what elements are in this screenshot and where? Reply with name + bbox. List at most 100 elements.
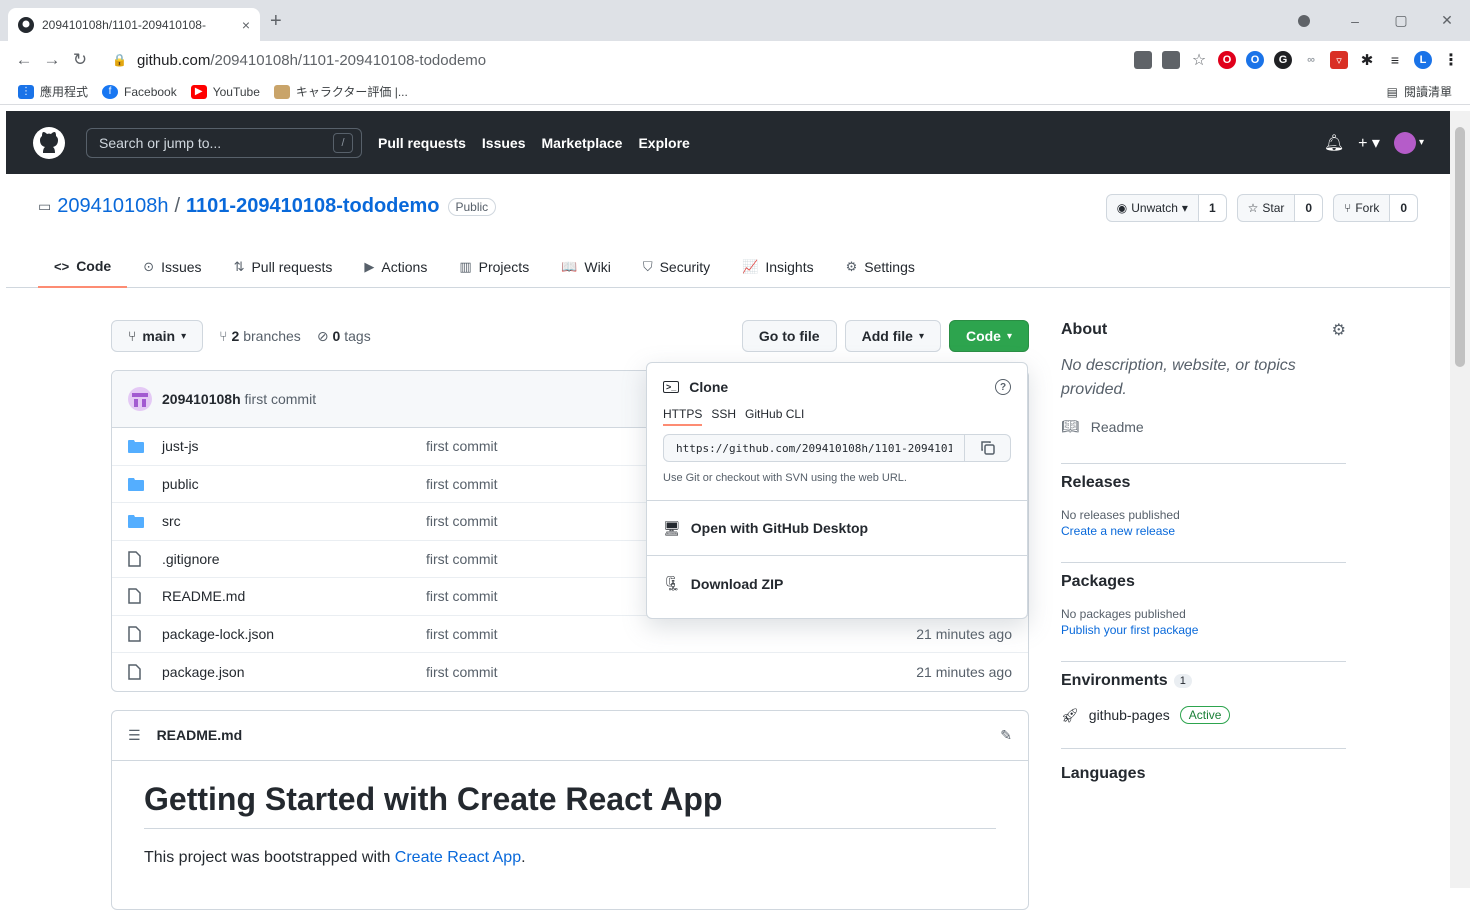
repo-name-link[interactable]: 1101-209410108-tododemo bbox=[186, 195, 439, 218]
user-menu[interactable]: ▾ bbox=[1393, 131, 1424, 154]
file-name[interactable]: just-js bbox=[162, 438, 426, 454]
file-commit-message[interactable]: first commit bbox=[426, 664, 916, 680]
copy-icon[interactable] bbox=[965, 434, 1011, 462]
create-react-app-link[interactable]: Create React App bbox=[395, 849, 521, 866]
file-icon bbox=[128, 588, 146, 604]
browser-tab[interactable]: 209410108h/1101-209410108- × bbox=[8, 8, 260, 41]
new-tab-button[interactable]: + bbox=[270, 10, 282, 33]
qr-icon[interactable] bbox=[1134, 51, 1152, 69]
tab-ssh[interactable]: SSH bbox=[711, 407, 736, 426]
tab-insights[interactable]: 📈 Insights bbox=[726, 246, 829, 288]
star-count[interactable]: 0 bbox=[1295, 195, 1323, 221]
branches-link[interactable]: ⑂ 2 branches bbox=[219, 328, 301, 344]
lock-icon[interactable]: 🔒 bbox=[112, 53, 127, 67]
file-commit-message[interactable]: first commit bbox=[426, 626, 916, 642]
add-file-button[interactable]: Add file ▾ bbox=[844, 320, 941, 352]
bookmark-youtube[interactable]: ▶ YouTube bbox=[190, 84, 260, 99]
commit-author[interactable]: 209410108h bbox=[162, 391, 241, 407]
edit-pencil-icon[interactable]: ✎ bbox=[1000, 727, 1012, 744]
maximize-button[interactable]: ▢ bbox=[1378, 12, 1424, 29]
tab-code[interactable]: <> Code bbox=[38, 246, 128, 288]
environments-heading[interactable]: Environments 1 bbox=[1061, 672, 1346, 690]
tab-github-cli[interactable]: GitHub CLI bbox=[745, 407, 804, 426]
close-window-button[interactable]: ✕ bbox=[1424, 12, 1470, 29]
bookmark-star-icon[interactable]: ☆ bbox=[1190, 51, 1208, 69]
back-icon[interactable]: ← bbox=[10, 50, 38, 70]
nav-marketplace[interactable]: Marketplace bbox=[542, 135, 623, 151]
media-queue-icon[interactable]: ≡ bbox=[1386, 51, 1404, 69]
translate-icon[interactable] bbox=[1162, 51, 1180, 69]
search-input[interactable]: Search or jump to... / bbox=[86, 127, 362, 158]
github-logo-icon[interactable] bbox=[32, 126, 66, 160]
tab-pull-requests[interactable]: ⇅ Pull requests bbox=[218, 246, 349, 288]
fork-count[interactable]: 0 bbox=[1390, 195, 1417, 221]
open-desktop-item[interactable]: 🖥︎ Open with GitHub Desktop bbox=[647, 501, 1027, 556]
nav-pull-requests[interactable]: Pull requests bbox=[378, 135, 466, 151]
bookmark-character[interactable]: キャラクター評価 |... bbox=[273, 83, 408, 100]
commit-author-avatar[interactable] bbox=[128, 387, 152, 411]
file-row[interactable]: package.json first commit 21 minutes ago bbox=[112, 653, 1028, 691]
dark-extension-icon[interactable]: G bbox=[1274, 51, 1292, 69]
environment-row[interactable]: 🚀︎ github-pages Active bbox=[1061, 706, 1346, 724]
commit-message[interactable]: first commit bbox=[245, 391, 317, 407]
profile-avatar[interactable]: L bbox=[1414, 51, 1432, 69]
bookmark-facebook[interactable]: f Facebook bbox=[102, 84, 177, 99]
browser-menu-icon[interactable]: ⋮ bbox=[1442, 51, 1460, 69]
reading-list[interactable]: ▤ 閱讀清單 bbox=[1387, 83, 1452, 100]
help-icon[interactable]: ? bbox=[995, 379, 1011, 395]
file-name[interactable]: package-lock.json bbox=[162, 626, 426, 642]
releases-heading[interactable]: Releases bbox=[1061, 474, 1346, 492]
file-name[interactable]: src bbox=[162, 513, 426, 529]
blue-extension-icon[interactable]: O bbox=[1246, 51, 1264, 69]
file-name[interactable]: .gitignore bbox=[162, 551, 426, 567]
nav-explore[interactable]: Explore bbox=[638, 135, 689, 151]
puzzle-extensions-icon[interactable]: ✱ bbox=[1358, 51, 1376, 69]
tab-https[interactable]: HTTPS bbox=[663, 407, 703, 426]
forward-icon[interactable]: → bbox=[38, 50, 66, 70]
notifications-bell-icon[interactable]: 🔔︎ bbox=[1324, 133, 1344, 153]
tab-settings[interactable]: ⚙ Settings bbox=[830, 246, 931, 288]
file-name[interactable]: public bbox=[162, 476, 426, 492]
packages-heading[interactable]: Packages bbox=[1061, 573, 1346, 591]
tab-actions[interactable]: ▶ Actions bbox=[348, 246, 443, 288]
scrollbar-thumb[interactable] bbox=[1455, 127, 1465, 367]
close-tab-icon[interactable]: × bbox=[242, 17, 250, 33]
unwatch-button[interactable]: ◉ Unwatch ▾ bbox=[1107, 195, 1199, 221]
star-button[interactable]: ☆ Star bbox=[1238, 195, 1296, 221]
address-bar[interactable]: 🔒 github.com/209410108h/1101-209410108-t… bbox=[102, 45, 1134, 75]
branch-select-button[interactable]: ⑂ main ▾ bbox=[111, 320, 204, 352]
create-new-plus-icon[interactable]: + ▾ bbox=[1358, 133, 1380, 153]
tab-search-icon[interactable] bbox=[1298, 15, 1310, 27]
tab-issues[interactable]: ⊙ Issues bbox=[127, 246, 217, 288]
nav-issues[interactable]: Issues bbox=[482, 135, 526, 151]
reload-icon[interactable]: ↻ bbox=[66, 50, 94, 70]
go-to-file-button[interactable]: Go to file bbox=[741, 320, 837, 352]
tags-link[interactable]: ⊘ 0 tags bbox=[317, 328, 371, 345]
gear-icon[interactable]: ⚙ bbox=[1332, 320, 1346, 340]
file-name[interactable]: README.md bbox=[162, 588, 426, 604]
graph-icon: 📈 bbox=[742, 259, 759, 274]
tab-wiki[interactable]: 📖 Wiki bbox=[545, 246, 627, 288]
repo-owner-link[interactable]: 209410108h bbox=[57, 195, 168, 218]
code-button[interactable]: Code ▾ bbox=[948, 320, 1029, 352]
fork-button[interactable]: ⑂ Fork bbox=[1334, 195, 1391, 221]
watch-count[interactable]: 1 bbox=[1198, 195, 1226, 221]
tab-label: Issues bbox=[161, 259, 202, 275]
create-release-link[interactable]: Create a new release bbox=[1061, 524, 1346, 538]
opera-extension-icon[interactable]: O bbox=[1218, 51, 1236, 69]
download-zip-item[interactable]: 🗜︎ Download ZIP bbox=[647, 556, 1027, 611]
page-scrollbar[interactable] bbox=[1450, 111, 1470, 888]
file-row[interactable]: package-lock.json first commit 21 minute… bbox=[112, 616, 1028, 653]
languages-section: Languages bbox=[1061, 748, 1346, 783]
pocket-extension-icon[interactable]: ▿ bbox=[1330, 51, 1348, 69]
bookmark-apps[interactable]: ⋮ 應用程式 bbox=[18, 83, 88, 100]
list-icon[interactable]: ☰ bbox=[128, 727, 141, 744]
readme-link[interactable]: 📖︎ Readme bbox=[1061, 418, 1346, 435]
tab-security[interactable]: ⛉ Security bbox=[627, 246, 726, 288]
tab-projects[interactable]: ▥ Projects bbox=[443, 246, 545, 288]
file-name[interactable]: package.json bbox=[162, 664, 426, 680]
minimize-button[interactable]: – bbox=[1332, 13, 1378, 29]
clone-url-field[interactable] bbox=[663, 434, 966, 462]
glasses-extension-icon[interactable]: ∞ bbox=[1302, 51, 1320, 69]
publish-package-link[interactable]: Publish your first package bbox=[1061, 623, 1346, 637]
